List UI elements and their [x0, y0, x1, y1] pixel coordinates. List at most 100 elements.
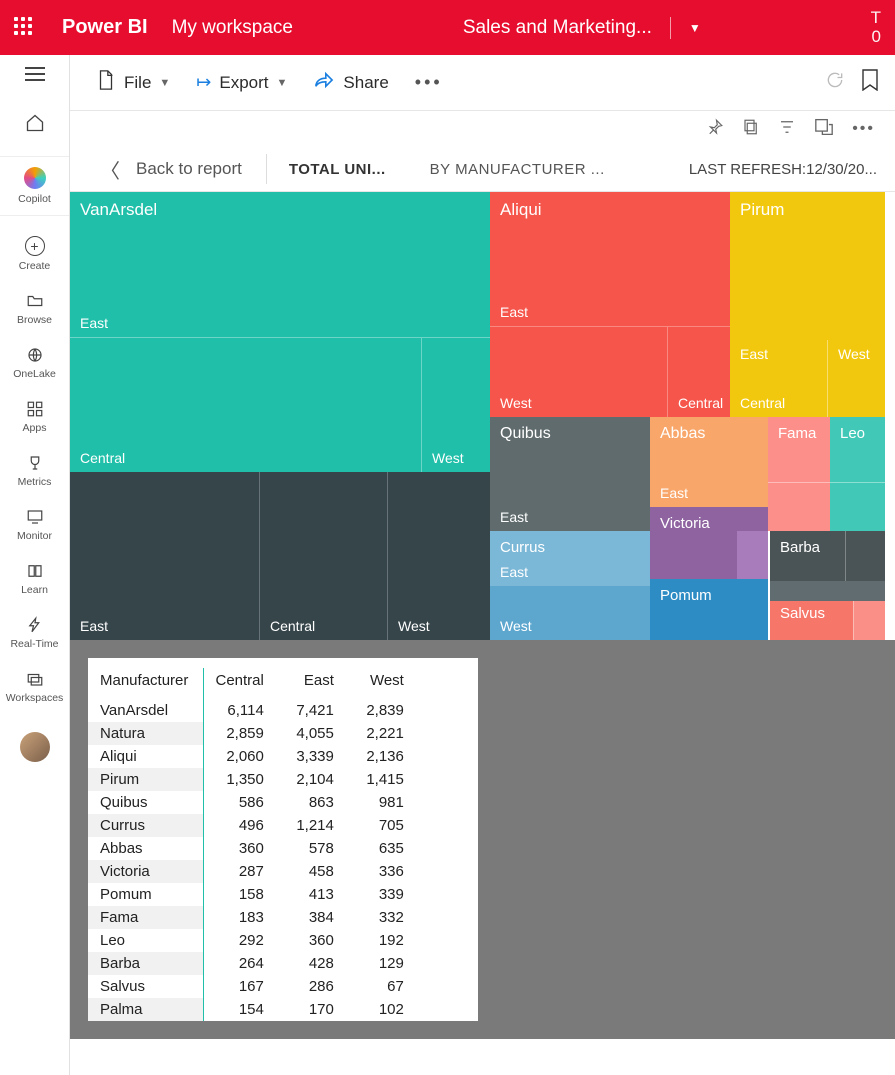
sidebar-item-realtime[interactable]: Real-Time [0, 616, 69, 650]
treemap-cell-barba-3[interactable] [770, 581, 885, 601]
table-row[interactable]: Abbas 360 578 635 [88, 837, 414, 860]
tm-title: Leo [840, 425, 865, 442]
workspaces-icon [26, 670, 44, 688]
tm-sub: East [500, 509, 528, 525]
treemap-cell-aliqui-central[interactable]: Central [668, 327, 730, 417]
table-row[interactable]: Pirum 1,350 2,104 1,415 [88, 768, 414, 791]
cell-central: 586 [203, 791, 274, 814]
treemap-cell-victoria-2[interactable] [737, 531, 768, 579]
more-icon[interactable]: ••• [852, 120, 875, 138]
back-arrow-icon[interactable]: 〈 [84, 155, 136, 184]
sidebar-item-workspaces[interactable]: Workspaces [0, 670, 69, 704]
treemap-cell-currus-west[interactable]: West [490, 586, 650, 640]
treemap-cell-natura-west[interactable]: West [388, 472, 490, 640]
treemap-cell-pomum[interactable]: Pomum [650, 579, 768, 640]
copy-icon[interactable] [742, 118, 760, 141]
sidebar-item-metrics[interactable]: Metrics [0, 454, 69, 488]
sidebar-item-monitor[interactable]: Monitor [0, 508, 69, 542]
chevron-down-icon[interactable]: ▼ [689, 21, 701, 35]
focus-icon[interactable] [814, 118, 834, 141]
content-area: File ▼ ↦ Export ▼ Share ••• [70, 55, 895, 1075]
treemap-cell-pirum[interactable]: Pirum [730, 192, 885, 352]
avatar[interactable] [20, 732, 50, 762]
sidebar-item-browse[interactable]: Browse [0, 292, 69, 326]
table-row[interactable]: Aliqui 2,060 3,339 2,136 [88, 745, 414, 768]
th-west[interactable]: West [344, 668, 414, 699]
sidebar-item-copilot[interactable]: Copilot [0, 156, 69, 216]
table-row[interactable]: VanArsdel 6,114 7,421 2,839 [88, 699, 414, 722]
table-row[interactable]: Palma 154 170 102 [88, 998, 414, 1021]
treemap-cell-vanarsdel-east[interactable]: VanArsdel East [70, 192, 490, 338]
tm-title: Pomum [660, 587, 712, 604]
last-refresh-label: LAST REFRESH:12/30/20... [689, 161, 895, 178]
cell-central: 158 [203, 883, 274, 906]
share-button[interactable]: Share [303, 65, 398, 100]
sidebar-item-create[interactable]: + Create [0, 236, 69, 272]
apps-icon [26, 400, 44, 418]
th-east[interactable]: East [274, 668, 344, 699]
treemap-cell-vanarsdel-central[interactable]: Central [70, 338, 422, 472]
tm-title: VanArsdel [80, 200, 157, 220]
table-row[interactable]: Leo 292 360 192 [88, 929, 414, 952]
treemap-cell-natura-central[interactable]: Central [260, 472, 388, 640]
back-to-report[interactable]: Back to report [136, 159, 266, 179]
treemap-cell-abbas[interactable]: Abbas East [650, 417, 768, 507]
table-row[interactable]: Pomum 158 413 339 [88, 883, 414, 906]
treemap-cell-salvus-2[interactable] [853, 601, 885, 640]
th-manufacturer[interactable]: Manufacturer [88, 668, 203, 699]
treemap-cell-currus-east[interactable]: Currus East [490, 531, 650, 586]
treemap-cell-quibus[interactable]: Quibus East [490, 417, 650, 531]
table-row[interactable]: Currus 496 1,214 705 [88, 814, 414, 837]
treemap-cell-aliqui-west[interactable]: West [490, 327, 668, 417]
treemap-cell-leo[interactable]: Leo [830, 417, 885, 482]
th-central[interactable]: Central [203, 668, 274, 699]
treemap-cell-fama[interactable]: Fama [768, 417, 830, 482]
hamburger-icon[interactable] [25, 67, 45, 81]
brand-label[interactable]: Power BI [62, 16, 148, 39]
tm-sub: West [500, 395, 532, 411]
home-button[interactable] [0, 113, 69, 136]
treemap-cell-pirum-east[interactable]: East Central [730, 340, 828, 417]
treemap-cell-leo-2[interactable] [830, 482, 885, 531]
cell-east: 578 [274, 837, 344, 860]
treemap-cell-fama-2[interactable] [768, 482, 830, 531]
table-row[interactable]: Natura 2,859 4,055 2,221 [88, 722, 414, 745]
breadcrumb-total-units[interactable]: TOTAL UNI... [267, 161, 408, 178]
treemap-cell-vanarsdel-west[interactable]: West [422, 338, 490, 472]
treemap-visual[interactable]: VanArsdel East Central West Natura East … [70, 192, 895, 640]
more-actions-icon[interactable]: ••• [405, 72, 453, 93]
table-row[interactable]: Victoria 287 458 336 [88, 860, 414, 883]
file-menu[interactable]: File ▼ [86, 63, 180, 102]
report-name[interactable]: Sales and Marketing... [463, 17, 652, 39]
sidebar-item-apps[interactable]: Apps [0, 400, 69, 434]
breadcrumb-by-manufacturer[interactable]: BY MANUFACTURER ... [408, 161, 627, 178]
cell-east: 428 [274, 952, 344, 975]
bookmark-icon[interactable] [861, 69, 879, 96]
data-table[interactable]: Manufacturer Central East West VanArsdel… [88, 668, 414, 1021]
treemap-cell-pirum-west[interactable]: West [828, 340, 885, 417]
table-row[interactable]: Salvus 167 286 67 [88, 975, 414, 998]
sidebar-item-learn[interactable]: Learn [0, 562, 69, 596]
treemap-cell-natura-east[interactable]: East [70, 472, 260, 640]
filter-icon[interactable] [778, 118, 796, 141]
table-row[interactable]: Barba 264 428 129 [88, 952, 414, 975]
treemap-cell-aliqui-east[interactable]: Aliqui East [490, 192, 730, 327]
workspace-name[interactable]: My workspace [172, 17, 293, 39]
cell-east: 286 [274, 975, 344, 998]
trial-info: T 0 [871, 9, 881, 46]
cell-central: 167 [203, 975, 274, 998]
breadcrumb-row: 〈 Back to report TOTAL UNI... BY MANUFAC… [70, 147, 895, 192]
app-launcher-icon[interactable] [14, 17, 36, 39]
tm-title: Aliqui [500, 200, 542, 220]
sidebar-item-onelake[interactable]: OneLake [0, 346, 69, 380]
table-row[interactable]: Fama 183 384 332 [88, 906, 414, 929]
export-menu[interactable]: ↦ Export ▼ [186, 66, 297, 99]
treemap-cell-barba-2[interactable] [845, 531, 885, 581]
pin-icon[interactable] [706, 118, 724, 141]
table-row[interactable]: Quibus 586 863 981 [88, 791, 414, 814]
cell-west: 339 [344, 883, 414, 906]
export-icon: ↦ [196, 72, 211, 93]
refresh-icon[interactable] [825, 70, 845, 95]
data-table-panel: Manufacturer Central East West VanArsdel… [70, 640, 895, 1039]
treemap-cell-barba[interactable]: Barba [770, 531, 845, 581]
